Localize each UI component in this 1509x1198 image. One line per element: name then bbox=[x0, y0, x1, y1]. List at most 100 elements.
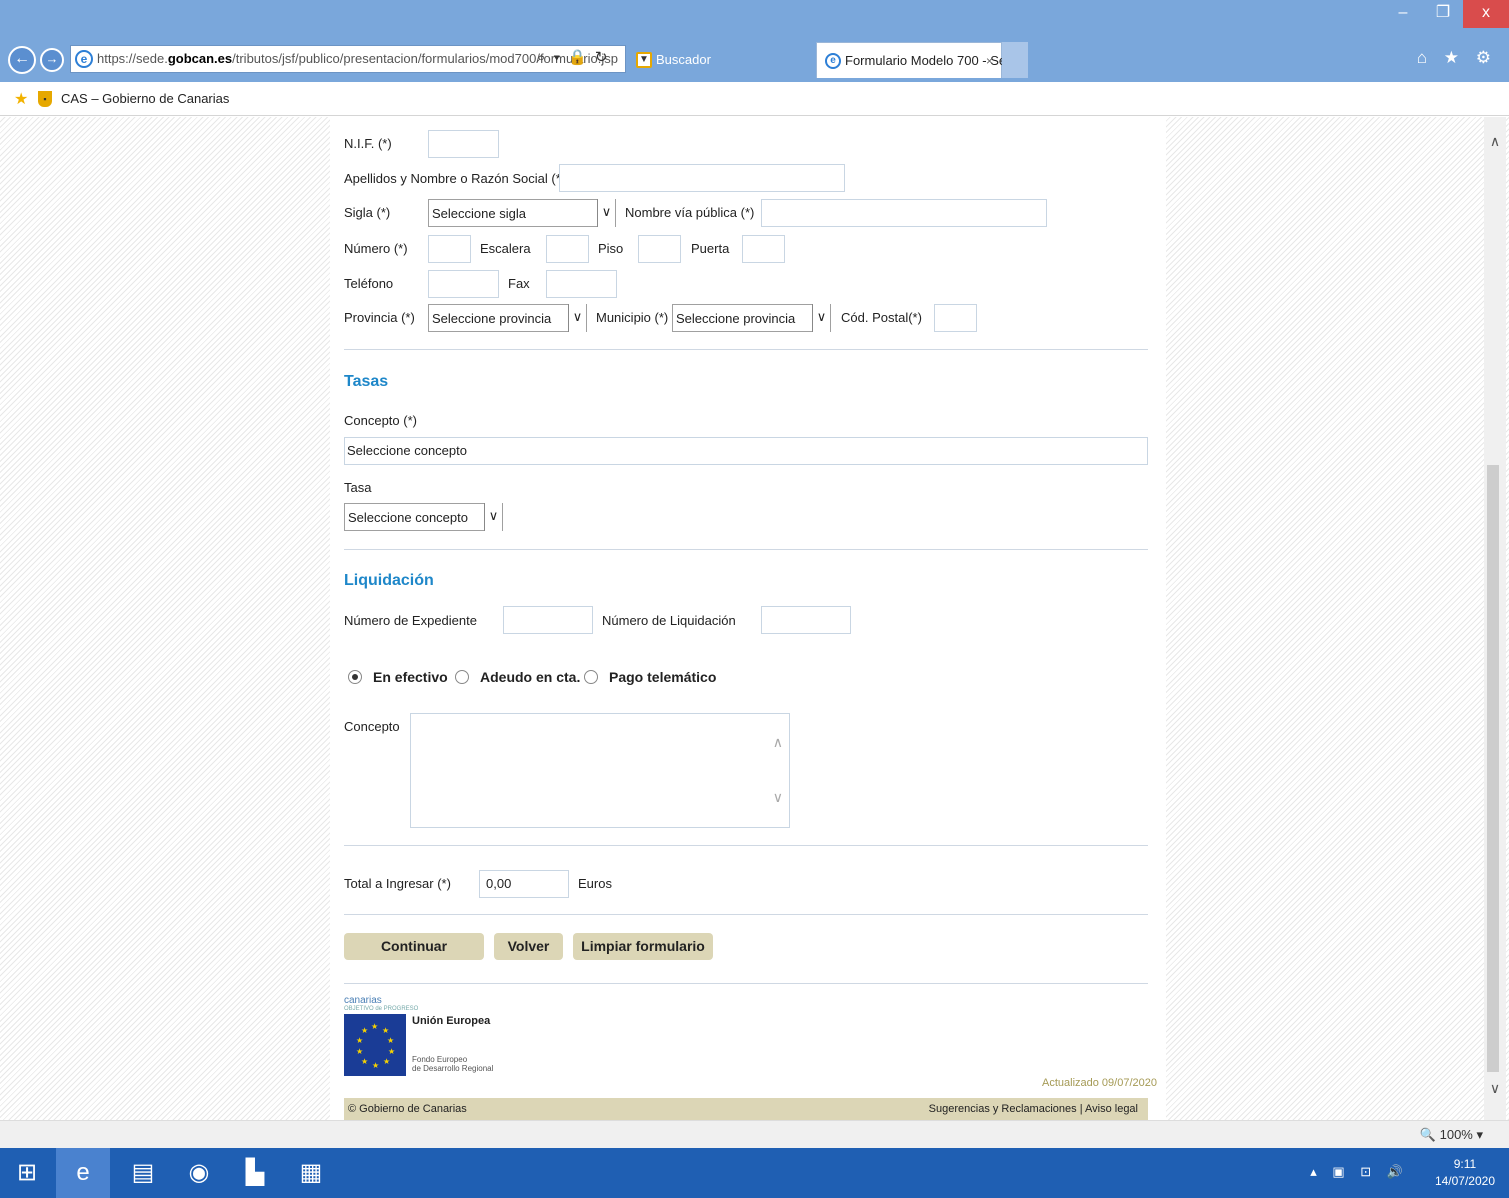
document-icon[interactable]: ▦ bbox=[284, 1148, 338, 1198]
escalera-input[interactable] bbox=[546, 235, 589, 263]
close-tab-icon[interactable]: × bbox=[986, 43, 993, 79]
chevron-down-icon: ∨ bbox=[568, 304, 586, 332]
back-button[interactable]: ← bbox=[8, 46, 36, 74]
continuar-button[interactable]: Continuar bbox=[344, 933, 484, 960]
address-icons[interactable]: ⌕ ▾ 🔒 ↻ bbox=[537, 48, 609, 66]
scroll-thumb[interactable] bbox=[1487, 465, 1499, 1072]
telefono-input[interactable] bbox=[428, 270, 499, 298]
name-input[interactable] bbox=[559, 164, 845, 192]
radio-efectivo[interactable] bbox=[348, 670, 362, 684]
numero-label: Número (*) bbox=[344, 241, 408, 256]
divider bbox=[344, 349, 1148, 350]
maximize-button[interactable]: ❐ bbox=[1423, 0, 1463, 28]
shield-icon: ▪ bbox=[38, 91, 52, 107]
nif-label: N.I.F. (*) bbox=[344, 136, 392, 151]
tab-formulario[interactable]: e Formulario Modelo 700 - Se... × bbox=[816, 42, 1017, 79]
provincia-value: Seleccione provincia bbox=[432, 311, 552, 326]
scroll-up-icon[interactable]: ∧ bbox=[773, 734, 783, 751]
volver-button[interactable]: Volver bbox=[494, 933, 563, 960]
zoom-control[interactable]: 🔍 100% ▾ bbox=[1420, 1127, 1483, 1143]
puerta-label: Puerta bbox=[691, 241, 730, 256]
expediente-label: Número de Expediente bbox=[344, 613, 477, 628]
tasa-select[interactable]: Seleccione concepto ∨ bbox=[344, 503, 503, 531]
radio-adeudo-label[interactable]: Adeudo en cta. bbox=[480, 669, 580, 685]
eu-title: Unión Europea bbox=[412, 1015, 491, 1027]
clock-date: 14/07/2020 bbox=[1434, 1174, 1495, 1188]
tasas-title: Tasas bbox=[344, 373, 389, 390]
eu-subtitle: Fondo Europeo de Desarrollo Regional bbox=[412, 1055, 493, 1073]
liquidacion-input[interactable] bbox=[761, 606, 851, 634]
total-value: 0,00 bbox=[486, 876, 512, 891]
numero-input[interactable] bbox=[428, 235, 471, 263]
copyright: © Gobierno de Canarias bbox=[348, 1103, 467, 1115]
file-explorer-icon[interactable]: ▤ bbox=[116, 1148, 170, 1198]
tab-buscador[interactable]: ▼ Buscador bbox=[628, 42, 816, 78]
minimize-button[interactable]: – bbox=[1383, 0, 1423, 28]
window-controls: – ❐ x bbox=[1383, 0, 1509, 28]
concepto-textarea[interactable]: ∧ ∨ bbox=[410, 713, 790, 828]
cp-input[interactable] bbox=[934, 304, 977, 332]
divider bbox=[344, 914, 1148, 915]
radio-telematico-label[interactable]: Pago telemático bbox=[609, 669, 716, 685]
provincia-select[interactable]: Seleccione provincia ∨ bbox=[428, 304, 587, 332]
piso-input[interactable] bbox=[638, 235, 681, 263]
total-unit: Euros bbox=[578, 876, 612, 891]
tasa-value: Seleccione concepto bbox=[348, 510, 468, 525]
divider bbox=[344, 845, 1148, 846]
total-input[interactable]: 0,00 bbox=[479, 870, 569, 898]
provincia-label: Provincia (*) bbox=[344, 310, 415, 325]
tasa-label: Tasa bbox=[344, 480, 372, 495]
chevron-down-icon: ∨ bbox=[484, 503, 502, 531]
divider bbox=[344, 983, 1148, 984]
divider bbox=[344, 549, 1148, 550]
radio-efectivo-label[interactable]: En efectivo bbox=[373, 669, 448, 685]
concepto-select[interactable]: Seleccione concepto bbox=[344, 437, 1148, 465]
clock[interactable]: 9:11 14/07/2020 bbox=[1435, 1156, 1495, 1190]
canarias-logo-sub: OBJETIVO de PROGRESO bbox=[344, 1006, 419, 1012]
radio-adeudo[interactable] bbox=[455, 670, 469, 684]
url-domain: gobcan.es bbox=[167, 51, 233, 66]
radio-telematico[interactable] bbox=[584, 670, 598, 684]
municipio-select[interactable]: Seleccione provincia ∨ bbox=[672, 304, 831, 332]
forward-button[interactable]: → bbox=[40, 48, 64, 72]
concepto-text-label: Concepto bbox=[344, 719, 400, 734]
fax-input[interactable] bbox=[546, 270, 617, 298]
limpiar-button[interactable]: Limpiar formulario bbox=[573, 933, 713, 960]
scroll-down-icon[interactable]: ∨ bbox=[773, 789, 783, 806]
name-label: Apellidos y Nombre o Razón Social (*) bbox=[344, 171, 566, 186]
chevron-down-icon: ∨ bbox=[597, 199, 615, 227]
system-tray[interactable]: ▴ ▣ ⊡ 🔊 bbox=[1310, 1164, 1409, 1180]
fax-label: Fax bbox=[508, 276, 530, 291]
concepto-value: Seleccione concepto bbox=[347, 443, 467, 458]
sigla-label: Sigla (*) bbox=[344, 205, 391, 220]
eu-sub-line1: Fondo Europeo bbox=[412, 1055, 468, 1064]
favorites-bar: ★ ▪ CAS – Gobierno de Canarias bbox=[0, 82, 1509, 116]
via-label: Nombre vía pública (*) bbox=[625, 205, 755, 220]
ie-taskbar-icon[interactable]: e bbox=[56, 1148, 110, 1198]
favorite-link[interactable]: CAS – Gobierno de Canarias bbox=[61, 91, 229, 106]
sigla-select[interactable]: Seleccione sigla ∨ bbox=[428, 199, 616, 227]
new-tab-button[interactable] bbox=[1002, 42, 1028, 78]
clock-time: 9:11 bbox=[1453, 1157, 1477, 1171]
browser-right-icons[interactable]: ⌂ ★ ⚙ bbox=[1417, 48, 1497, 68]
footer-links[interactable]: Sugerencias y Reclamaciones | Aviso lega… bbox=[929, 1098, 1138, 1120]
eu-flag-icon: ★ ★ ★ ★ ★ ★ ★ ★ ★ ★ bbox=[344, 1014, 406, 1076]
telefono-label: Teléfono bbox=[344, 276, 394, 291]
nif-input[interactable] bbox=[428, 130, 499, 158]
app-icon[interactable]: ▙ bbox=[228, 1148, 282, 1198]
via-input[interactable] bbox=[761, 199, 1047, 227]
windows-start-icon[interactable]: ⊞ bbox=[0, 1148, 54, 1198]
chrome-icon[interactable]: ◉ bbox=[172, 1148, 226, 1198]
expediente-input[interactable] bbox=[503, 606, 593, 634]
url-prefix: https://sede. bbox=[97, 51, 168, 66]
close-window-button[interactable]: x bbox=[1463, 0, 1509, 28]
add-favorite-icon[interactable]: ★ bbox=[14, 89, 28, 109]
tab-label: Buscador bbox=[656, 52, 711, 67]
shield-icon: ▼ bbox=[636, 52, 652, 68]
scroll-up-icon[interactable]: ∧ bbox=[1484, 133, 1506, 150]
scroll-down-icon[interactable]: ∨ bbox=[1484, 1080, 1506, 1097]
municipio-label: Municipio (*) bbox=[596, 310, 669, 325]
puerta-input[interactable] bbox=[742, 235, 785, 263]
cp-label: Cód. Postal(*) bbox=[841, 310, 922, 325]
total-label: Total a Ingresar (*) bbox=[344, 876, 451, 891]
